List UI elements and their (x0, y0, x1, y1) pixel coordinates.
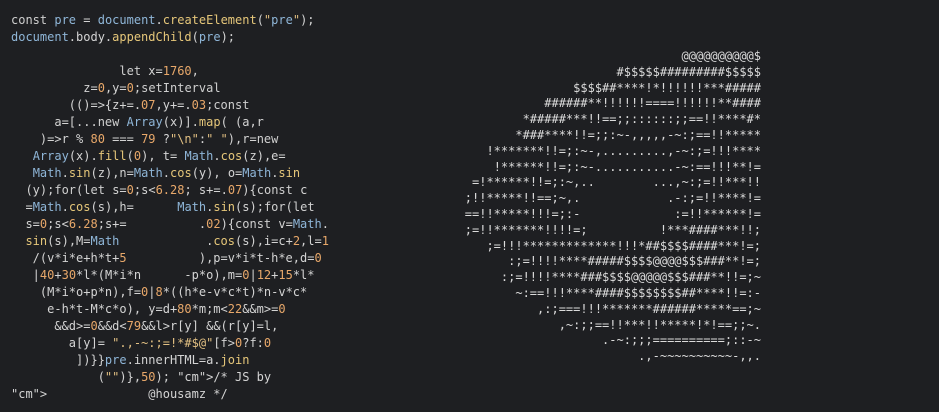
ascii-art-line: :;=!!!!****#####$$$$@@@@$$$###**!=; (508, 254, 761, 269)
ascii-donut-output: @@@@@@@@@@$ #$$$$$#########$$$$$ $$$$##*… (0, 49, 761, 365)
ascii-art-line: ######**!!!!!!====!!!!!!**#### (544, 96, 761, 111)
ascii-art-line: ;!!*****!!==;~,. .-:;=!!****!= (464, 191, 761, 206)
canvas: const pre = document.createElement("pre"… (0, 0, 939, 412)
ascii-art-line: !******!!=;:~-...........-~:==!!!**!= (493, 159, 761, 174)
code-line: "cm"> @housamz */ (11, 387, 228, 401)
ascii-art-line: ,~:;;==!!***!!*****!*!==;;~. (558, 317, 761, 332)
ascii-art-line: ,:;===!!!*******######*****==;~ (537, 301, 761, 316)
ascii-art-line: .-~:;;;==========;::-~ (602, 333, 761, 348)
ascii-art-line: :;=!!!!****###$$$$@@@@@$$$###**!!=;~ (500, 270, 761, 285)
ascii-art-line: @@@@@@@@@@$ (681, 49, 761, 63)
ascii-art-line: ~:==!!!****####$$$$$$$$##****!!=:- (515, 285, 761, 300)
ascii-art-line: $$$$##****!*!!!!!!***##### (573, 80, 761, 95)
ascii-art-line: !*******!!=;:~-,.........,-~:;=!!!**** (486, 143, 761, 158)
ascii-art-line: ;=!!*******!!!!=; !***####***!!; (464, 222, 761, 237)
code-line: const pre = document.createElement("pre"… (11, 13, 315, 27)
ascii-art-line: .,-~~~~~~~~~~-,,. (638, 349, 761, 364)
ascii-art-line: ;=!!!*************!!!*##$$$$####***!=; (486, 238, 761, 253)
ascii-art-line: #$$$$$#########$$$$$ (616, 64, 762, 79)
code-line: document.body.appendChild(pre); (11, 30, 236, 44)
ascii-art-line: ==!!*****!!!=;:- :=!!******!= (464, 206, 761, 221)
ascii-art-line: *###****!!=;;:~-,,,,,-~:;==!!***** (515, 127, 761, 142)
code-line: ("")},50); "cm">/* JS by (11, 370, 272, 384)
ascii-art-line: =!******!!=;:~,.. ...,~:;=!!***!! (472, 175, 761, 190)
ascii-art-line: *#####***!!==;;::::::;;==!!****#* (522, 112, 761, 127)
